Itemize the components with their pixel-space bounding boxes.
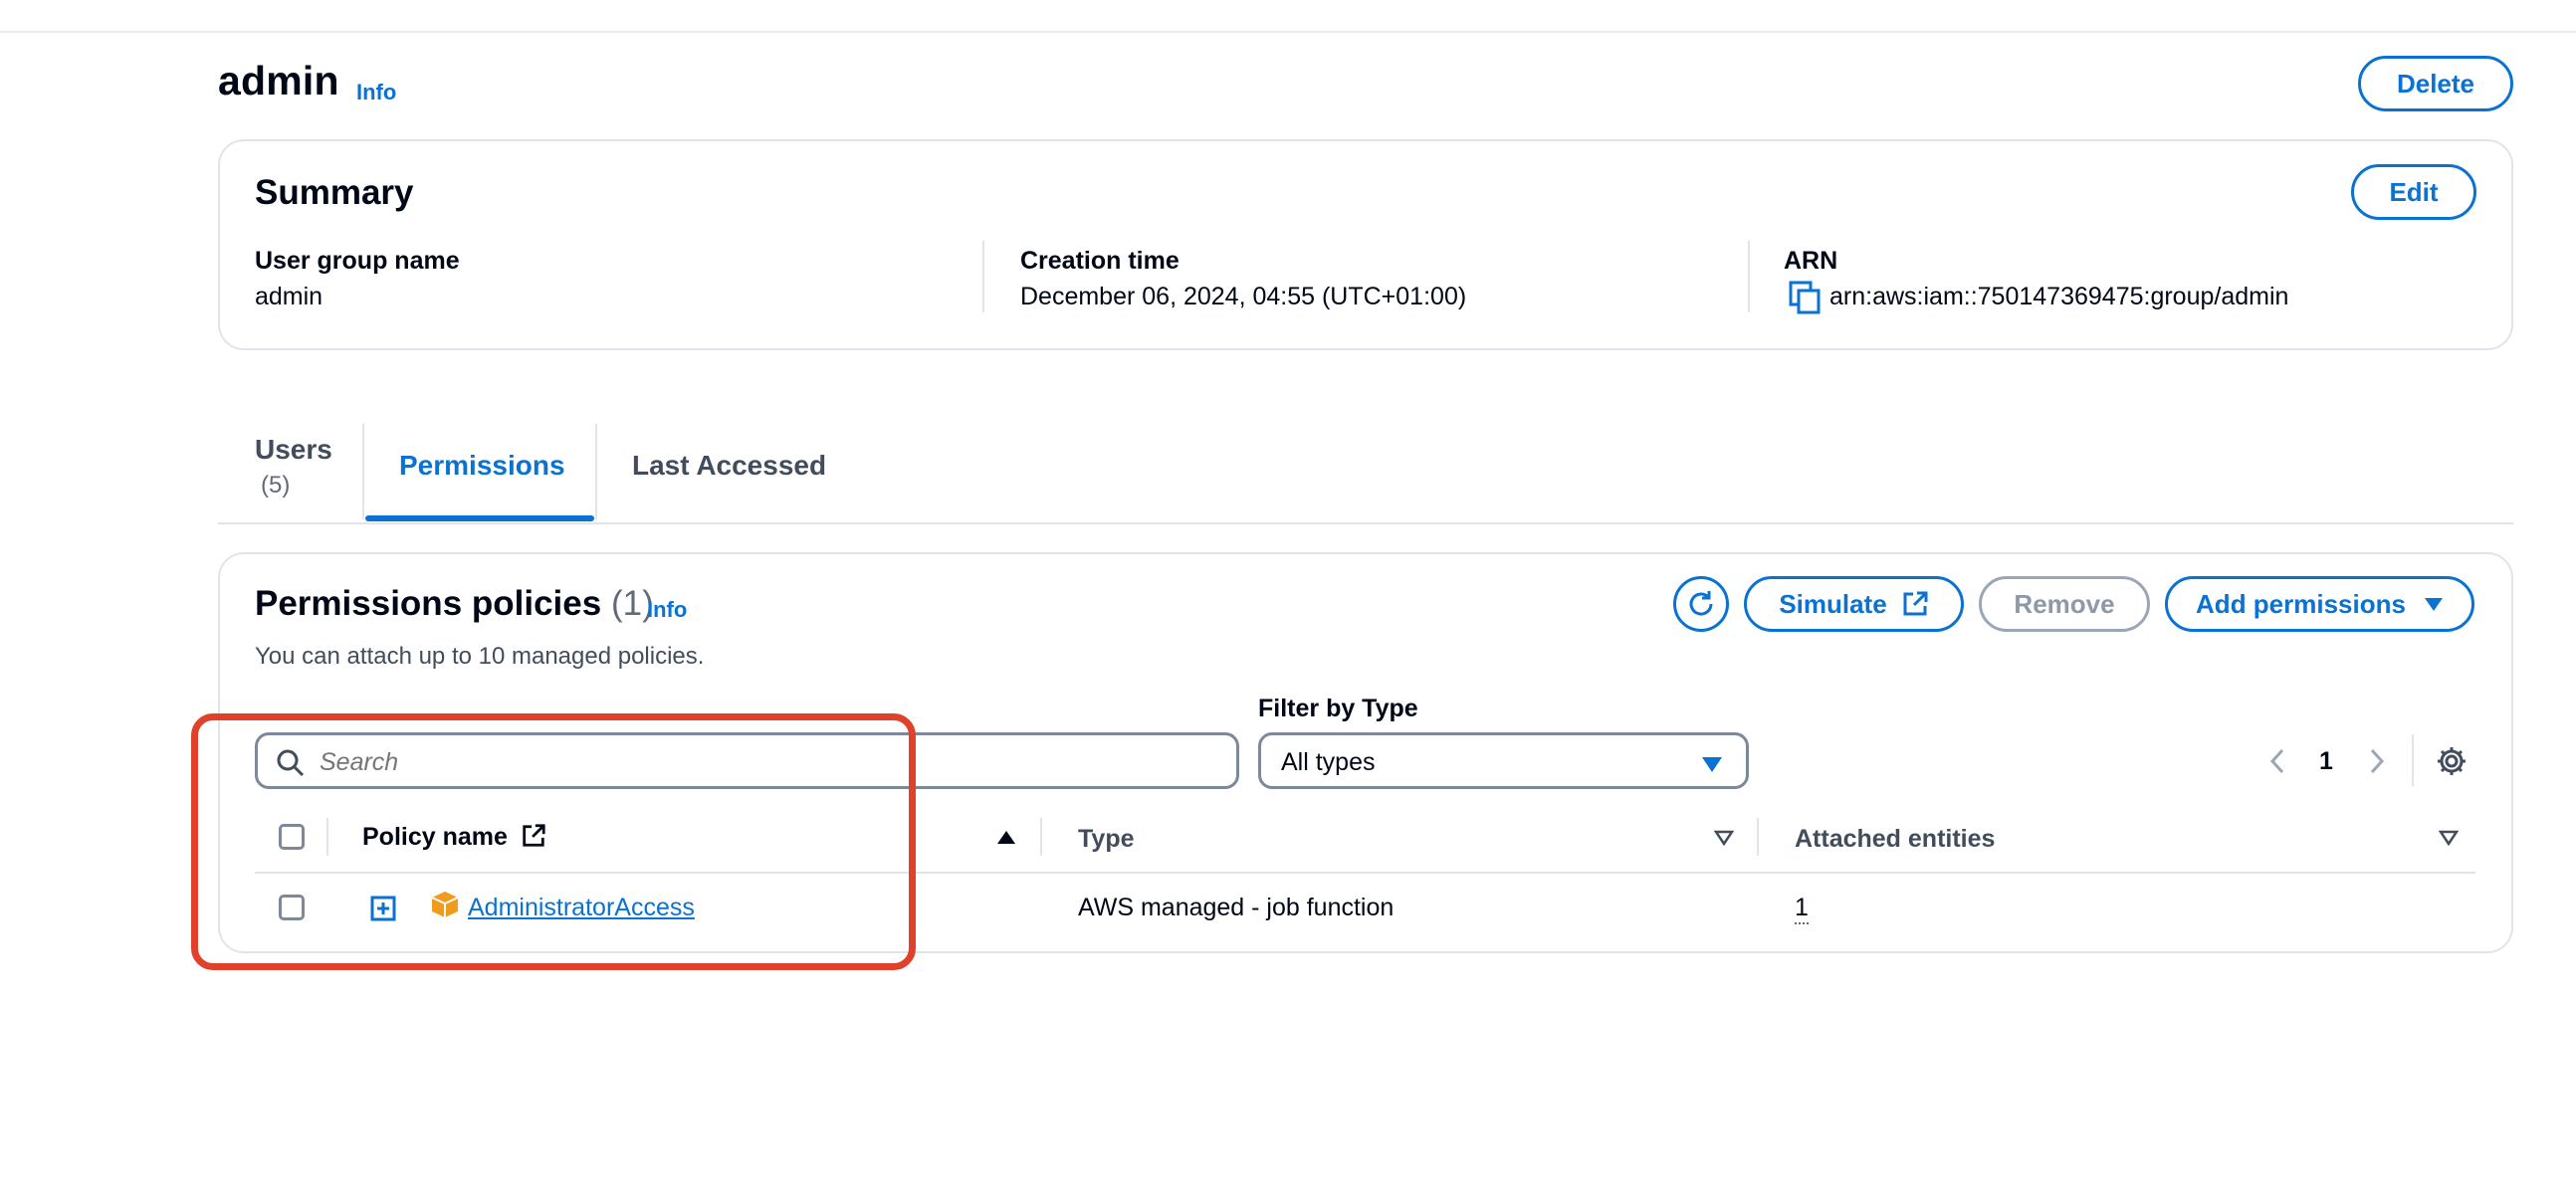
policy-type: AWS managed - job function: [1078, 894, 1395, 921]
table-row: AdministratorAccess AWS managed - job fu…: [255, 876, 2475, 941]
search-input[interactable]: [318, 743, 1217, 781]
tab-users-count: (5): [261, 472, 291, 499]
remove-button[interactable]: Remove: [1979, 576, 2150, 632]
settings-gear-icon[interactable]: [2435, 744, 2469, 778]
arn-value: arn:aws:iam::750147369475:group/admin: [1829, 283, 2289, 310]
policy-name-link[interactable]: AdministratorAccess: [468, 894, 695, 922]
chevron-left-icon[interactable]: [2267, 747, 2287, 775]
column-divider: [326, 818, 328, 856]
simulate-button-label: Simulate: [1779, 588, 1887, 619]
creation-time-value: December 06, 2024, 04:55 (UTC+01:00): [1020, 283, 1467, 310]
permissions-info-link[interactable]: Info: [647, 597, 687, 623]
group-name-value: admin: [255, 283, 323, 310]
column-header-policy-name[interactable]: Policy name: [362, 823, 546, 852]
permissions-title: Permissions policies: [255, 584, 602, 623]
delete-button-label: Delete: [2396, 68, 2475, 99]
tab-users-label: Users: [255, 434, 332, 465]
refresh-icon: [1689, 591, 1713, 616]
tab-last-accessed[interactable]: Last Accessed: [632, 450, 826, 482]
caret-down-icon: [1702, 757, 1722, 772]
column-divider: [1040, 818, 1042, 856]
pagination-divider: [2412, 734, 2414, 786]
edit-button-label: Edit: [2389, 176, 2439, 207]
caret-down-icon: [2424, 598, 2443, 611]
external-link-icon: [1903, 591, 1928, 616]
group-name-label: User group name: [255, 247, 460, 275]
search-field[interactable]: [255, 732, 1239, 789]
table-header-divider: [255, 872, 2475, 874]
expand-icon[interactable]: [370, 896, 396, 921]
chevron-right-icon[interactable]: [2367, 747, 2387, 775]
page-title: admin: [218, 58, 339, 103]
remove-button-label: Remove: [2014, 588, 2115, 619]
sort-icon[interactable]: [1714, 830, 1734, 846]
tab-permissions[interactable]: Permissions: [399, 450, 565, 482]
sort-icon[interactable]: [2439, 830, 2459, 846]
column-header-policy-name-label: Policy name: [362, 823, 508, 851]
column-header-attached-entities[interactable]: Attached entities: [1795, 825, 1995, 854]
column-header-type[interactable]: Type: [1078, 825, 1135, 854]
current-page-number[interactable]: 1: [2319, 747, 2333, 776]
active-tab-indicator: [365, 515, 594, 521]
edit-button[interactable]: Edit: [2351, 164, 2476, 220]
column-divider: [1757, 818, 1759, 856]
top-divider: [0, 31, 2576, 33]
copy-icon[interactable]: [1789, 281, 1821, 314]
filter-by-type-label: Filter by Type: [1258, 695, 1418, 722]
add-permissions-button[interactable]: Add permissions: [2165, 576, 2474, 632]
sort-ascending-icon[interactable]: [996, 830, 1016, 846]
tabs-baseline: [218, 522, 2513, 524]
tab-divider: [595, 424, 597, 519]
search-icon: [277, 749, 305, 777]
tab-divider: [362, 424, 364, 519]
refresh-button[interactable]: [1673, 576, 1729, 632]
type-filter-select[interactable]: All types: [1258, 732, 1749, 789]
summary-card: [218, 139, 2513, 350]
select-all-checkbox[interactable]: [279, 824, 305, 850]
type-filter-value: All types: [1281, 748, 1376, 776]
delete-button[interactable]: Delete: [2358, 56, 2513, 111]
tab-users[interactable]: Users (5): [255, 434, 332, 500]
add-permissions-button-label: Add permissions: [2196, 588, 2406, 619]
summary-divider: [1748, 241, 1750, 312]
aws-managed-policy-icon: [431, 892, 459, 917]
arn-label: ARN: [1784, 247, 1838, 275]
summary-heading: Summary: [255, 173, 414, 212]
simulate-button[interactable]: Simulate: [1744, 576, 1964, 632]
creation-time-label: Creation time: [1020, 247, 1180, 275]
permissions-description: You can attach up to 10 managed policies…: [255, 643, 705, 670]
row-checkbox[interactable]: [279, 895, 305, 920]
external-link-icon: [523, 824, 545, 847]
summary-divider: [982, 241, 984, 312]
permissions-heading: Permissions policies (1): [255, 584, 654, 624]
attached-entities-count[interactable]: 1: [1795, 894, 1809, 924]
info-link[interactable]: Info: [356, 80, 396, 105]
